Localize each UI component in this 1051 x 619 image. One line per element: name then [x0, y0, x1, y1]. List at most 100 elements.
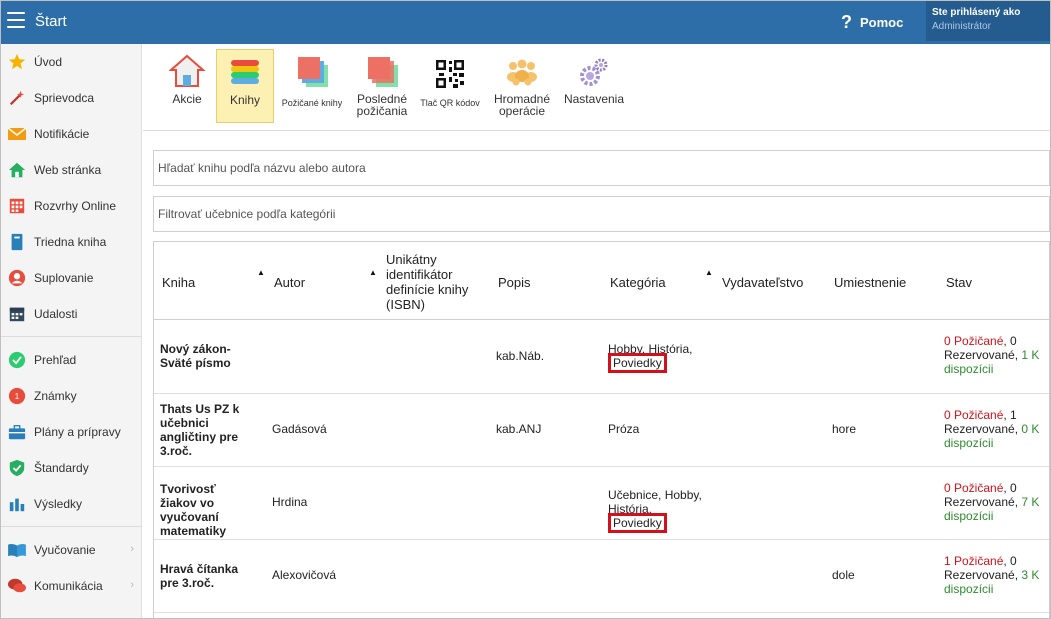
toolbar-knihy[interactable]: Knihy — [216, 49, 274, 123]
status-borrowed: 0 Požičané — [944, 481, 1004, 495]
book-categories: Próza — [608, 422, 713, 436]
category-highlight: Poviedky — [608, 513, 667, 533]
toolbar-label: Požičané knihy — [281, 98, 343, 108]
sidebar-item-vyucovanie[interactable]: Vyučovanie › — [1, 535, 142, 565]
status-borrowed: 0 Požičané — [944, 408, 1004, 422]
open-book-icon — [7, 540, 27, 560]
sidebar-item-label: Výsledky — [34, 497, 83, 511]
briefcase-icon — [7, 422, 27, 442]
app-title: Štart — [35, 13, 67, 30]
book-author: Hrdina — [272, 495, 308, 509]
sidebar-item-sprievodca[interactable]: Sprievodca — [1, 83, 142, 113]
sidebar-item-rozvrhy-online[interactable]: Rozvrhy Online — [1, 191, 142, 221]
book-location: dole — [832, 568, 855, 582]
sidebar-item-znamky[interactable]: 1 Známky — [1, 381, 142, 411]
toolbar-tlac-qr-kodov[interactable]: Tlač QR kódov — [418, 49, 482, 123]
status-reserved-label: Rezervované — [944, 422, 1015, 436]
person-icon — [7, 268, 27, 288]
book-title[interactable]: Hravá čítanka pre 3.roč. — [160, 562, 250, 590]
sidebar-item-label: Sprievodca — [34, 91, 95, 105]
toolbar-nastavenia[interactable]: Nastavenia — [562, 49, 626, 123]
grade-icon: 1 — [7, 386, 27, 406]
search-input[interactable] — [153, 150, 1050, 186]
sidebar: Úvod Sprievodca Notifikácie Web stránka … — [1, 44, 142, 618]
column-header-kniha[interactable]: Kniha — [162, 275, 195, 290]
sidebar-item-label: Komunikácia — [34, 579, 103, 593]
column-header-popis[interactable]: Popis — [498, 275, 531, 290]
sidebar-item-label: Notifikácie — [34, 127, 90, 141]
table-row[interactable]: Hravá čítanka pre 3.roč. Alexovičová dol… — [154, 540, 1049, 613]
toolbar-label: Nastavenia — [563, 92, 625, 106]
help-button[interactable]: ? Pomoc — [841, 12, 903, 33]
envelope-icon — [7, 124, 27, 144]
column-header-umiestnenie[interactable]: Umiestnenie — [834, 275, 906, 290]
column-header-stav[interactable]: Stav — [946, 275, 972, 290]
book-status: 0 Požičané, 0 Rezervované, 7 K dispozíci… — [944, 481, 1040, 523]
sidebar-item-label: Štandardy — [34, 461, 89, 475]
toolbar-label: Hromadné operácie — [493, 92, 551, 118]
column-header-autor[interactable]: Autor — [274, 275, 305, 290]
book-categories: Učebnice, Hobby, História, Poviedky — [608, 488, 713, 533]
sidebar-item-udalosti[interactable]: Udalosti — [1, 299, 142, 329]
column-header-kategoria[interactable]: Kategória — [610, 275, 666, 290]
calendar-grid-icon — [7, 196, 27, 216]
sidebar-item-plany-a-pripravy[interactable]: Plány a prípravy — [1, 417, 142, 447]
sidebar-item-triedna-kniha[interactable]: Triedna kniha — [1, 227, 142, 257]
book-title[interactable]: Nový zákon-Sväté písmo — [160, 342, 250, 370]
gears-icon — [562, 49, 626, 89]
status-reserved-count: 0 — [1010, 554, 1017, 568]
sort-up-icon[interactable]: ▲ — [257, 268, 265, 277]
svg-text:1: 1 — [15, 392, 20, 401]
book-status: 1 Požičané, 0 Rezervované, 3 K dispozíci… — [944, 554, 1040, 596]
user-info[interactable]: Ste prihlásený ako Administrátor — [926, 1, 1050, 41]
toolbar-pozicane-knihy[interactable]: Požičané knihy — [279, 49, 345, 123]
sidebar-item-label: Web stránka — [34, 163, 102, 177]
book-title[interactable]: Tvorivosť žiakov vo vyučovaní matematiky — [160, 482, 250, 538]
table-row[interactable]: Nový zákon-Sväté písmo kab.Náb. Hobby, H… — [154, 321, 1049, 394]
house-icon — [165, 49, 209, 89]
sidebar-item-label: Prehľad — [34, 353, 77, 367]
sidebar-item-web-stranka[interactable]: Web stránka — [1, 155, 142, 185]
sidebar-item-komunikacia[interactable]: Komunikácia › — [1, 571, 142, 601]
book-title[interactable]: Thats Us PZ k učebnici angličtiny pre 3.… — [160, 402, 250, 458]
status-reserved-label: Rezervované — [944, 348, 1015, 362]
sidebar-item-suplovanie[interactable]: Suplovanie — [1, 263, 142, 293]
calendar-icon — [7, 304, 27, 324]
help-label: Pomoc — [860, 15, 904, 30]
books-table: Kniha ▲ Autor ▲ Unikátny identifikátor d… — [153, 241, 1050, 618]
check-circle-icon — [7, 350, 27, 370]
sort-up-icon[interactable]: ▲ — [705, 268, 713, 277]
column-header-vydavatelstvo[interactable]: Vydavateľstvo — [722, 275, 803, 290]
menu-icon[interactable] — [7, 12, 25, 28]
toolbar: Akcie Knihy Požičané knihy Posledné poži… — [143, 44, 1050, 131]
book-categories: Hobby, História, Poviedky — [608, 342, 713, 373]
table-header: Kniha ▲ Autor ▲ Unikátny identifikátor d… — [154, 242, 1049, 320]
sidebar-item-standardy[interactable]: Štandardy — [1, 453, 142, 483]
category-filter-input[interactable] — [153, 196, 1050, 232]
toolbar-akcie[interactable]: Akcie — [165, 49, 209, 123]
status-reserved-count: 1 — [1010, 408, 1017, 422]
sidebar-item-vysledky[interactable]: Výsledky — [1, 489, 142, 519]
status-reserved-label: Rezervované — [944, 495, 1015, 509]
book-status: 0 Požičané, 0 Rezervované, 1 K dispozíci… — [944, 334, 1040, 376]
sidebar-item-uvod[interactable]: Úvod — [1, 47, 142, 77]
toolbar-hromadne-operacie[interactable]: Hromadné operácie — [488, 49, 556, 123]
book-author: Gadásová — [272, 422, 327, 436]
sidebar-item-label: Známky — [34, 389, 77, 403]
sidebar-item-prehlad[interactable]: Prehľad — [1, 345, 142, 375]
column-header-isbn[interactable]: Unikátny identifikátor definície knihy (… — [386, 252, 481, 312]
category-text: Učebnice, Hobby, História, — [608, 488, 702, 516]
borrowed-books-icon — [279, 49, 345, 89]
book-location: hore — [832, 422, 857, 436]
sidebar-item-label: Triedna kniha — [34, 235, 107, 249]
star-icon — [7, 52, 27, 72]
question-icon: ? — [841, 12, 852, 32]
bar-chart-icon — [7, 494, 27, 514]
sort-up-icon[interactable]: ▲ — [369, 268, 377, 277]
sidebar-item-notifikacie[interactable]: Notifikácie — [1, 119, 142, 149]
toolbar-label: Knihy — [229, 93, 261, 107]
toolbar-posledne-pozicania[interactable]: Posledné požičania — [351, 49, 413, 123]
table-row[interactable]: Thats Us PZ k učebnici angličtiny pre 3.… — [154, 394, 1049, 467]
table-row[interactable]: Tvorivosť žiakov vo vyučovaní matematiky… — [154, 467, 1049, 540]
sidebar-divider — [1, 336, 142, 337]
